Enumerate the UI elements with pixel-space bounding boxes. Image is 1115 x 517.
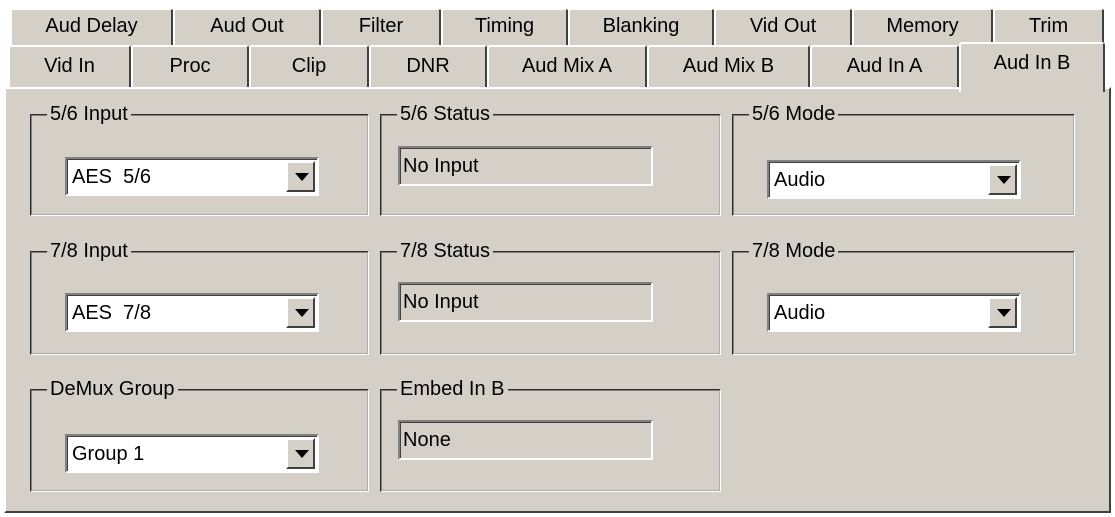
- tab-blanking[interactable]: Blanking: [568, 8, 714, 48]
- mode-56-value: Audio: [774, 169, 826, 191]
- input-78-value: AES 7/8: [72, 302, 151, 324]
- mode-78-value: Audio: [774, 302, 826, 324]
- status-78-field: No Input: [398, 282, 653, 322]
- tab-vid-in[interactable]: Vid In: [8, 45, 131, 90]
- group-56-status: 5/6 Status No Input: [380, 101, 721, 216]
- group-78-input: 7/8 Input AES 7/8: [30, 238, 369, 355]
- group-78-status: 7/8 Status No Input: [380, 238, 721, 355]
- tab-aud-in-a[interactable]: Aud In A: [810, 45, 959, 90]
- tab-timing[interactable]: Timing: [441, 8, 568, 48]
- tab-aud-mix-b[interactable]: Aud Mix B: [647, 45, 810, 90]
- tab-aud-delay[interactable]: Aud Delay: [10, 8, 173, 48]
- chevron-down-icon: [997, 309, 1011, 317]
- group-56-input-title: 5/6 Input: [47, 101, 131, 127]
- tab-aud-out[interactable]: Aud Out: [173, 8, 321, 48]
- group-78-mode-title: 7/8 Mode: [749, 238, 839, 264]
- tab-dnr[interactable]: DNR: [369, 45, 487, 90]
- tab-panel-aud-in-b: 5/6 Input AES 5/6 5/6 Status No Input 5/…: [4, 87, 1111, 513]
- group-56-mode: 5/6 Mode Audio: [732, 101, 1075, 216]
- input-78-select[interactable]: AES 7/8: [65, 293, 319, 332]
- tab-aud-mix-a[interactable]: Aud Mix A: [487, 45, 647, 90]
- demux-group-value: Group 1: [72, 443, 145, 465]
- group-demux-group-title: DeMux Group: [47, 376, 178, 402]
- group-embed-in-b-title: Embed In B: [397, 376, 508, 402]
- group-78-input-title: 7/8 Input: [47, 238, 131, 264]
- group-embed-in-b: Embed In B None: [380, 376, 721, 492]
- input-56-value: AES 5/6: [72, 166, 151, 188]
- demux-group-dropdown-button[interactable]: [286, 438, 315, 469]
- mode-56-dropdown-button[interactable]: [988, 164, 1017, 195]
- chevron-down-icon: [295, 450, 309, 458]
- tab-filter[interactable]: Filter: [321, 8, 441, 48]
- input-56-dropdown-button[interactable]: [286, 161, 315, 192]
- status-78-value: No Input: [403, 291, 479, 313]
- chevron-down-icon: [295, 309, 309, 317]
- embed-in-b-value: None: [403, 429, 451, 451]
- group-78-mode: 7/8 Mode Audio: [732, 238, 1075, 355]
- input-78-dropdown-button[interactable]: [286, 297, 315, 328]
- mode-78-select[interactable]: Audio: [767, 293, 1021, 332]
- group-demux-group: DeMux Group Group 1: [30, 376, 369, 492]
- group-56-status-title: 5/6 Status: [397, 101, 494, 127]
- chevron-down-icon: [997, 176, 1011, 184]
- mode-56-select[interactable]: Audio: [767, 160, 1021, 199]
- input-56-select[interactable]: AES 5/6: [65, 157, 319, 196]
- aud-in-b-window: Aud Delay Aud Out Filter Timing Blanking…: [0, 0, 1115, 517]
- status-56-field: No Input: [398, 146, 653, 186]
- tab-clip[interactable]: Clip: [249, 45, 369, 90]
- tab-proc[interactable]: Proc: [131, 45, 249, 90]
- tab-vid-out[interactable]: Vid Out: [714, 8, 852, 48]
- group-56-mode-title: 5/6 Mode: [749, 101, 839, 127]
- group-78-status-title: 7/8 Status: [397, 238, 494, 264]
- demux-group-select[interactable]: Group 1: [65, 434, 319, 473]
- embed-in-b-field: None: [398, 420, 653, 460]
- tab-aud-in-b[interactable]: Aud In B: [959, 42, 1105, 92]
- chevron-down-icon: [295, 173, 309, 181]
- group-56-input: 5/6 Input AES 5/6: [30, 101, 369, 216]
- status-56-value: No Input: [403, 155, 479, 177]
- mode-78-dropdown-button[interactable]: [988, 297, 1017, 328]
